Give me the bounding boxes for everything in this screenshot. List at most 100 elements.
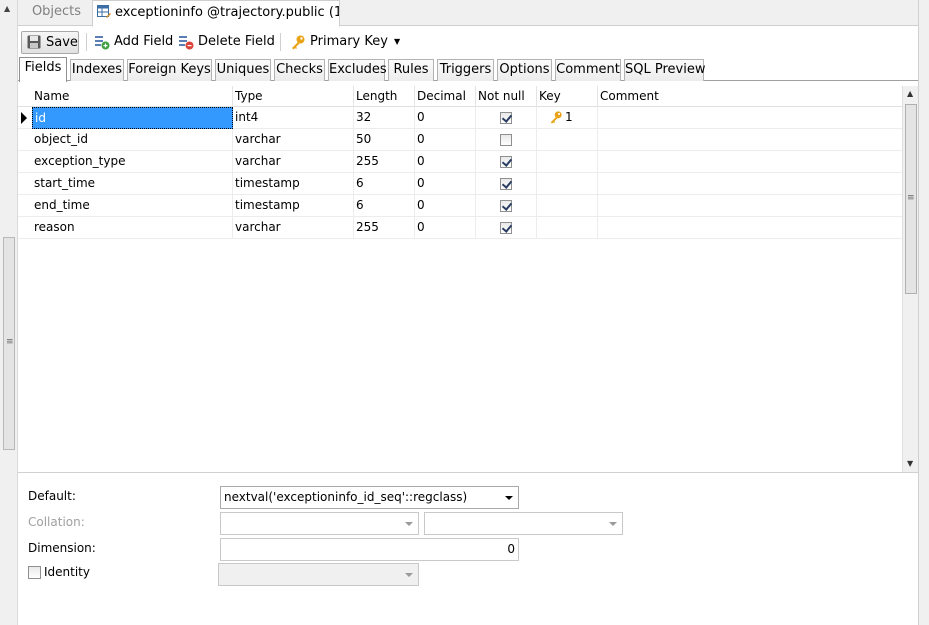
tab-rules[interactable]: Rules (388, 59, 434, 81)
dropdown-caret-icon[interactable]: ▼ (394, 31, 400, 52)
scroll-up-arrow-icon[interactable]: ▲ (4, 4, 10, 13)
cell-type[interactable]: int4 (233, 107, 354, 129)
cell-not-null[interactable] (476, 217, 537, 239)
default-value-combo[interactable]: nextval('exceptioninfo_id_seq'::regclass… (220, 486, 519, 509)
not-null-checkbox[interactable] (500, 222, 512, 234)
table-row[interactable]: reason varchar 255 0 (18, 217, 902, 239)
cell-name[interactable]: start_time (32, 173, 233, 195)
cell-type[interactable]: timestamp (233, 195, 354, 217)
tab-foreign-keys[interactable]: Foreign Keys (127, 59, 212, 81)
primary-key-button[interactable]: Primary Key ▼ (290, 31, 400, 54)
scroll-down-arrow-icon[interactable]: ▼ (907, 459, 913, 468)
cell-not-null[interactable] (476, 195, 537, 217)
cell-length[interactable]: 255 (354, 151, 415, 173)
default-label: Default: (28, 489, 76, 503)
cell-length[interactable]: 6 (354, 195, 415, 217)
outer-left-scrollbar[interactable]: ▲ ≡ (0, 0, 18, 625)
not-null-checkbox[interactable] (500, 178, 512, 190)
dropdown-caret-icon[interactable] (405, 522, 413, 526)
primary-key-label: Primary Key (310, 34, 388, 49)
tab-fields[interactable]: Fields (19, 57, 67, 82)
tab-excludes[interactable]: Excludes (328, 59, 387, 81)
cell-comment[interactable] (598, 151, 902, 173)
tab-indexes[interactable]: Indexes (70, 59, 124, 81)
column-header-not-null[interactable]: Not null (476, 86, 537, 107)
tab-options[interactable]: Options (497, 59, 552, 81)
not-null-checkbox[interactable] (500, 134, 512, 146)
column-header-decimal[interactable]: Decimal (415, 86, 476, 107)
cell-name[interactable]: end_time (32, 195, 233, 217)
outer-scroll-thumb[interactable]: ≡ (3, 237, 15, 450)
table-row[interactable]: id int4 32 0 1 (18, 107, 902, 129)
cell-length[interactable]: 6 (354, 173, 415, 195)
dimension-field[interactable]: 0 (220, 538, 519, 561)
cell-comment[interactable] (598, 173, 902, 195)
cell-not-null[interactable] (476, 151, 537, 173)
grid-scroll-thumb[interactable]: ≡ (905, 104, 917, 294)
cell-key[interactable] (537, 173, 598, 195)
not-null-checkbox[interactable] (500, 112, 512, 124)
cell-key[interactable] (537, 129, 598, 151)
table-row[interactable]: object_id varchar 50 0 (18, 129, 902, 151)
cell-decimal[interactable]: 0 (415, 151, 476, 173)
cell-name[interactable]: reason (32, 217, 233, 239)
cell-comment[interactable] (598, 129, 902, 151)
cell-length[interactable]: 50 (354, 129, 415, 151)
cell-decimal[interactable]: 0 (415, 129, 476, 151)
collation-combo[interactable] (220, 512, 419, 535)
tab-objects[interactable]: Objects (20, 0, 94, 26)
cell-decimal[interactable]: 0 (415, 107, 476, 129)
cell-key[interactable]: 1 (537, 107, 598, 129)
cell-not-null[interactable] (476, 107, 537, 129)
grid-header: Name Type Length Decimal Not null Key Co… (18, 86, 902, 107)
cell-type[interactable]: varchar (233, 217, 354, 239)
column-header-type[interactable]: Type (233, 86, 354, 107)
cell-type[interactable]: varchar (233, 129, 354, 151)
column-header-comment[interactable]: Comment (598, 86, 902, 107)
cell-length[interactable]: 32 (354, 107, 415, 129)
dropdown-caret-icon[interactable] (405, 573, 413, 577)
cell-decimal[interactable]: 0 (415, 217, 476, 239)
identity-checkbox[interactable] (28, 566, 41, 579)
cell-key[interactable] (537, 151, 598, 173)
tab-checks[interactable]: Checks (274, 59, 325, 81)
column-header-key[interactable]: Key (537, 86, 598, 107)
identity-combo[interactable] (218, 563, 419, 586)
cell-not-null[interactable] (476, 173, 537, 195)
column-header-length[interactable]: Length (354, 86, 415, 107)
add-field-button[interactable]: Add Field (94, 31, 173, 54)
collation-schema-combo[interactable] (424, 512, 623, 535)
cell-comment[interactable] (598, 107, 902, 129)
scroll-up-arrow-icon[interactable]: ▲ (907, 89, 913, 98)
table-row[interactable]: start_time timestamp 6 0 (18, 173, 902, 195)
cell-comment[interactable] (598, 217, 902, 239)
cell-not-null[interactable] (476, 129, 537, 151)
tab-table-design[interactable]: exceptioninfo @trajectory.public (19... (92, 0, 340, 27)
cell-length[interactable]: 255 (354, 217, 415, 239)
table-row[interactable]: end_time timestamp 6 0 (18, 195, 902, 217)
cell-decimal[interactable]: 0 (415, 195, 476, 217)
dropdown-caret-icon[interactable] (609, 522, 617, 526)
table-row[interactable]: exception_type varchar 255 0 (18, 151, 902, 173)
tab-triggers[interactable]: Triggers (437, 59, 494, 81)
tab-uniques[interactable]: Uniques (215, 59, 271, 81)
cell-name[interactable]: object_id (32, 129, 233, 151)
add-field-icon (94, 34, 110, 50)
cell-name[interactable]: id (32, 107, 233, 129)
not-null-checkbox[interactable] (500, 200, 512, 212)
grid-vertical-scrollbar[interactable]: ▲ ≡ ▼ (902, 86, 918, 472)
cell-type[interactable]: varchar (233, 151, 354, 173)
cell-key[interactable] (537, 217, 598, 239)
column-header-name[interactable]: Name (32, 86, 233, 107)
cell-decimal[interactable]: 0 (415, 173, 476, 195)
save-button[interactable]: Save (21, 31, 79, 54)
cell-key[interactable] (537, 195, 598, 217)
delete-field-button[interactable]: Delete Field (178, 31, 275, 54)
tab-comment[interactable]: Comment (555, 59, 621, 81)
cell-name[interactable]: exception_type (32, 151, 233, 173)
cell-comment[interactable] (598, 195, 902, 217)
dropdown-caret-icon[interactable] (505, 496, 513, 500)
cell-type[interactable]: timestamp (233, 173, 354, 195)
tab-sql-preview[interactable]: SQL Preview (624, 59, 705, 81)
not-null-checkbox[interactable] (500, 156, 512, 168)
